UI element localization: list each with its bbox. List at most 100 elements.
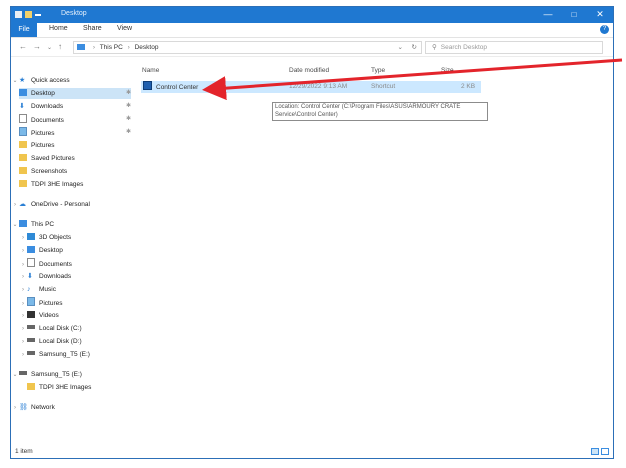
expand-chevron-icon[interactable]: ⌄ [11,220,19,231]
nav-item-videos[interactable]: › Videos [19,310,131,321]
drive-icon [27,338,35,342]
file-row[interactable]: Control Center 12/29/2022 9:13 AM Shortc… [141,81,481,93]
nav-item-desktop[interactable]: Desktop ✱ [19,88,131,99]
expand-chevron-icon[interactable]: › [19,311,27,322]
tab-home[interactable]: Home [49,25,68,32]
nav-label: Downloads [39,273,72,280]
expand-chevron-icon[interactable]: › [19,337,27,348]
pin-icon: ✱ [125,129,131,135]
pictures-icon [27,297,35,306]
back-button[interactable]: ← [19,42,27,51]
tab-share[interactable]: Share [83,25,102,32]
maximize-button[interactable]: □ [561,7,587,23]
nav-item-samsung-e[interactable]: › Samsung_T5 (E:) [19,349,131,360]
item-count: 1 item [15,448,33,455]
nav-label: Local Disk (D:) [39,338,82,345]
window-title: Desktop [61,10,87,17]
nav-label: Downloads [31,103,64,110]
search-input[interactable]: ⚲ Search Desktop [425,41,603,54]
nav-this-pc[interactable]: ⌄ This PC [11,219,131,230]
folder-icon [19,167,27,174]
customize-toolbar-icon[interactable] [35,14,41,16]
nav-item-tdpi-images[interactable]: TDPI 3HE Images [19,179,131,190]
expand-chevron-icon[interactable]: › [19,285,27,296]
expand-chevron-icon[interactable]: › [19,233,27,244]
expand-chevron-icon[interactable]: › [19,350,27,361]
column-header-type[interactable]: Type [371,67,385,74]
breadcrumb-desktop[interactable]: Desktop [135,44,159,51]
expand-chevron-icon[interactable]: › [11,200,19,211]
desktop-icon [19,89,27,96]
nav-label: 3D Objects [39,234,72,241]
nav-onedrive[interactable]: › ☁ OneDrive - Personal [11,199,131,210]
expand-chevron-icon[interactable]: ⌄ [11,76,19,87]
nav-item-local-disk-c[interactable]: › Local Disk (C:) [19,323,131,334]
nav-label: Pictures [39,300,63,307]
address-bar[interactable]: › This PC › Desktop ⌄ ↻ [73,41,422,54]
column-header-date[interactable]: Date modified [289,67,329,74]
file-name-cell: Control Center [143,81,198,94]
tab-file[interactable]: File [11,23,37,37]
folder-icon [27,383,35,390]
download-icon: ⬇ [27,273,33,280]
nav-label: TDPI 3HE Images [39,384,92,391]
file-type: Shortcut [371,83,396,90]
nav-item-documents[interactable]: Documents ✱ [19,114,131,125]
breadcrumb-this-pc[interactable]: This PC [100,44,123,51]
expand-chevron-icon[interactable]: › [19,260,27,271]
title-bar[interactable]: Desktop — □ ✕ [11,7,613,23]
expand-chevron-icon[interactable]: › [19,272,27,283]
nav-label: Desktop [39,247,63,254]
folder-icon [19,154,27,161]
tab-view[interactable]: View [117,25,132,32]
nav-label: Videos [39,312,59,319]
expand-chevron-icon[interactable]: › [19,324,27,335]
nav-item-local-disk-d[interactable]: › Local Disk (D:) [19,336,131,347]
help-icon[interactable]: ? [600,25,609,34]
minimize-button[interactable]: — [535,7,561,23]
nav-item-3d-objects[interactable]: › 3D Objects [19,232,131,243]
recent-locations-icon[interactable]: ⌄ [47,44,52,51]
document-icon [19,114,27,123]
refresh-icon[interactable]: ↻ [412,42,417,53]
breadcrumb-separator: › [92,44,95,51]
nav-label: Music [39,286,56,293]
expand-chevron-icon[interactable]: › [11,403,19,414]
nav-item-saved-pictures[interactable]: Saved Pictures [19,153,131,164]
column-header-size[interactable]: Size [441,67,454,74]
pin-icon: ✱ [125,116,131,122]
nav-usb-drive[interactable]: ⌄ Samsung_T5 (E:) [11,369,131,380]
nav-item-pc-documents[interactable]: › Documents [19,258,131,269]
nav-item-pictures[interactable]: Pictures ✱ [19,127,131,138]
forward-button[interactable]: → [33,42,41,51]
file-list: Name Date modified Type Size Control Cen… [141,61,613,451]
details-view-icon[interactable] [591,448,599,455]
close-button[interactable]: ✕ [587,7,613,23]
nav-item-music[interactable]: › ♪ Music [19,284,131,295]
large-icons-view-icon[interactable] [601,448,609,455]
up-button[interactable]: ↑ [58,42,62,51]
shortcut-icon [143,81,152,90]
expand-chevron-icon[interactable]: › [19,299,27,310]
properties-icon[interactable] [15,11,22,18]
nav-quick-access[interactable]: ⌄★ Quick access [11,75,131,86]
expand-chevron-icon[interactable]: ⌄ [11,370,19,381]
nav-item-pictures-folder[interactable]: Pictures [19,140,131,151]
nav-network[interactable]: › ⛓ Network [11,402,131,413]
star-icon: ★ [19,77,26,84]
cube-icon [27,233,35,240]
drive-icon [19,371,27,375]
new-folder-icon[interactable] [25,11,32,18]
nav-label: OneDrive - Personal [31,201,90,208]
pictures-icon [19,127,27,136]
address-dropdown-icon[interactable]: ⌄ [398,42,403,53]
nav-item-downloads[interactable]: ⬇ Downloads ✱ [19,101,131,112]
nav-item-usb-tdpi-images[interactable]: TDPI 3HE Images [27,382,131,393]
column-header-name[interactable]: Name [142,67,159,74]
nav-item-pc-desktop[interactable]: › Desktop [19,245,131,256]
nav-item-screenshots[interactable]: Screenshots [19,166,131,177]
expand-chevron-icon[interactable]: › [19,246,27,257]
nav-item-pc-downloads[interactable]: › ⬇ Downloads [19,271,131,282]
ribbon-tabs: File Home Share View ? [11,23,613,38]
nav-item-pc-pictures[interactable]: › Pictures [19,297,131,308]
